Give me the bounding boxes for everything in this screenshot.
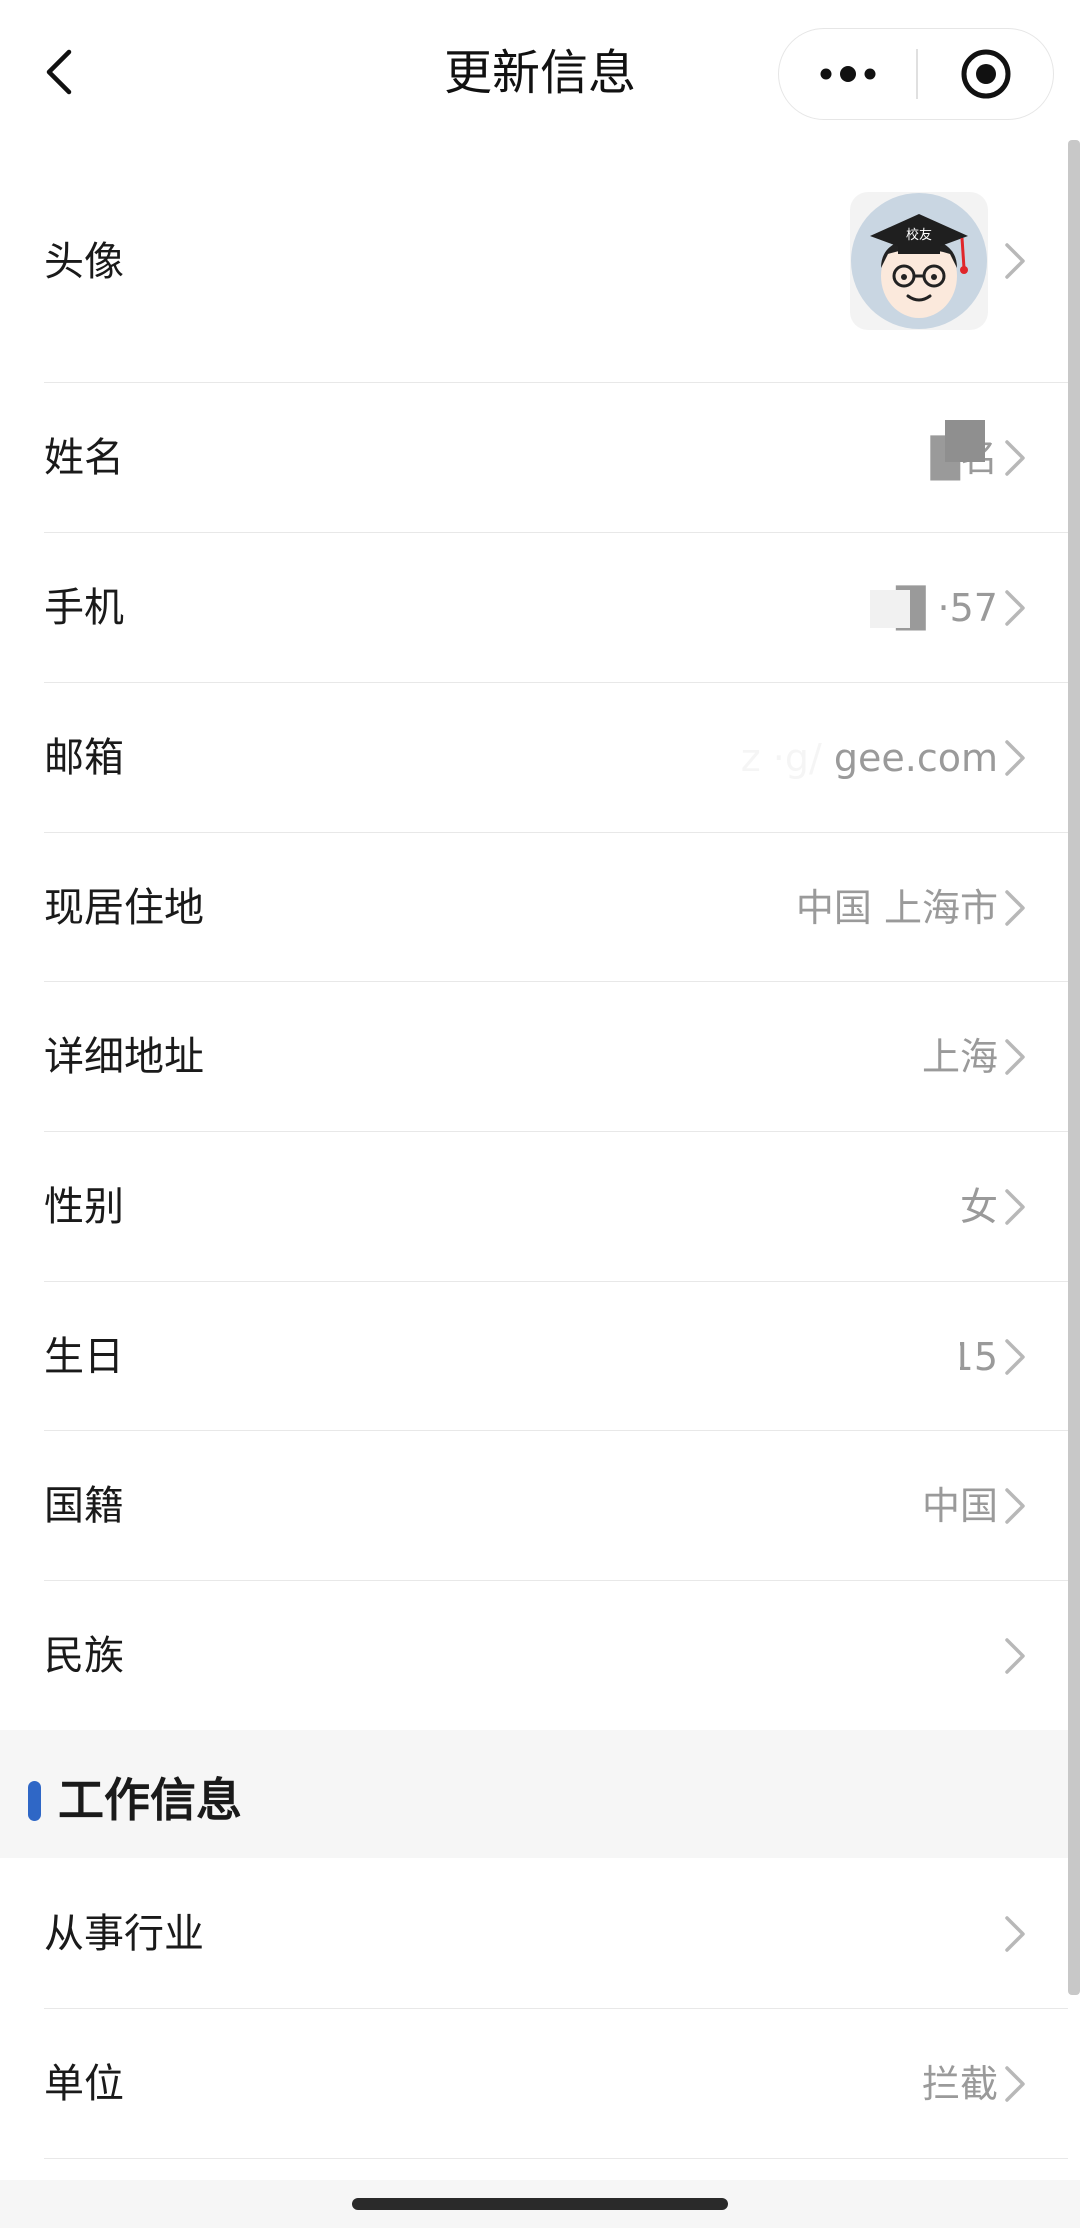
section-header-work: 工作信息	[0, 1730, 1068, 1858]
redaction-block	[870, 590, 910, 628]
field-row-industry[interactable]: 从事行业	[0, 1858, 1068, 2009]
alumni-avatar-image: 校友	[851, 193, 987, 329]
field-label: 现居住地	[44, 885, 204, 931]
field-row-ethnicity[interactable]: 民族	[0, 1581, 1068, 1730]
chevron-right-icon	[1005, 1039, 1025, 1075]
field-value: 女	[959, 1185, 998, 1229]
field-label: 生日	[44, 1334, 124, 1380]
chevron-right-icon	[1005, 1339, 1025, 1375]
redaction-block	[825, 1330, 960, 1390]
chevron-right-icon	[1005, 590, 1025, 626]
avatar-label: 头像	[44, 239, 124, 285]
mini-program-capsule	[778, 28, 1054, 120]
close-mini-program-button[interactable]	[918, 29, 1053, 118]
field-row-email[interactable]: 邮箱 z ·g/ gee.com	[0, 683, 1068, 833]
field-value: 中国 上海市	[795, 886, 998, 930]
field-row-address[interactable]: 详细地址 上海	[0, 982, 1068, 1132]
chevron-right-icon	[1005, 2066, 1025, 2102]
nav-bar: 更新信息	[0, 0, 1080, 140]
scrollbar[interactable]	[1068, 140, 1080, 1995]
chevron-right-icon	[1005, 1189, 1025, 1225]
field-label: 手机	[44, 585, 124, 631]
field-label: 详细地址	[44, 1034, 204, 1080]
field-label: 性别	[44, 1184, 124, 1230]
more-dots-icon	[820, 65, 875, 82]
chevron-right-icon	[1005, 1916, 1025, 1952]
home-indicator[interactable]	[352, 2198, 728, 2210]
field-value: 拦截	[921, 2062, 998, 2106]
field-label: 单位	[44, 2061, 124, 2107]
field-value: 上海	[921, 1035, 998, 1079]
chevron-right-icon	[1005, 740, 1025, 776]
chevron-right-icon	[1005, 440, 1025, 476]
section-accent-bar	[28, 1781, 41, 1821]
field-row-gender[interactable]: 性别 女	[0, 1132, 1068, 1282]
chevron-right-icon	[1005, 243, 1025, 279]
avatar-badge-text: 校友	[906, 227, 932, 243]
avatar[interactable]: 校友	[850, 192, 988, 330]
redaction-block	[945, 420, 985, 462]
field-label: 民族	[44, 1633, 124, 1679]
chevron-right-icon	[1005, 1488, 1025, 1524]
section-title: 工作信息	[58, 1773, 242, 1827]
avatar-row[interactable]: 头像 校友	[0, 140, 1068, 383]
chevron-right-icon	[1005, 1638, 1025, 1674]
field-label: 从事行业	[44, 1911, 204, 1957]
field-value: █ ·57	[896, 586, 998, 630]
field-label: 邮箱	[44, 735, 124, 781]
field-label: 姓名	[44, 435, 124, 481]
field-row-nationality[interactable]: 国籍 中国	[0, 1431, 1068, 1581]
field-value: 中国	[921, 1484, 998, 1528]
row-divider	[44, 2157, 1068, 2159]
more-button[interactable]	[779, 29, 916, 118]
field-row-residence[interactable]: 现居住地 中国 上海市	[0, 833, 1068, 982]
field-row-employer[interactable]: 单位 拦截	[0, 2009, 1068, 2159]
field-row-name[interactable]: 姓名█名	[0, 383, 1068, 533]
field-label: 国籍	[44, 1483, 124, 1529]
target-circle-icon	[961, 49, 1010, 98]
redaction-block	[670, 730, 830, 810]
chevron-right-icon	[1005, 890, 1025, 926]
